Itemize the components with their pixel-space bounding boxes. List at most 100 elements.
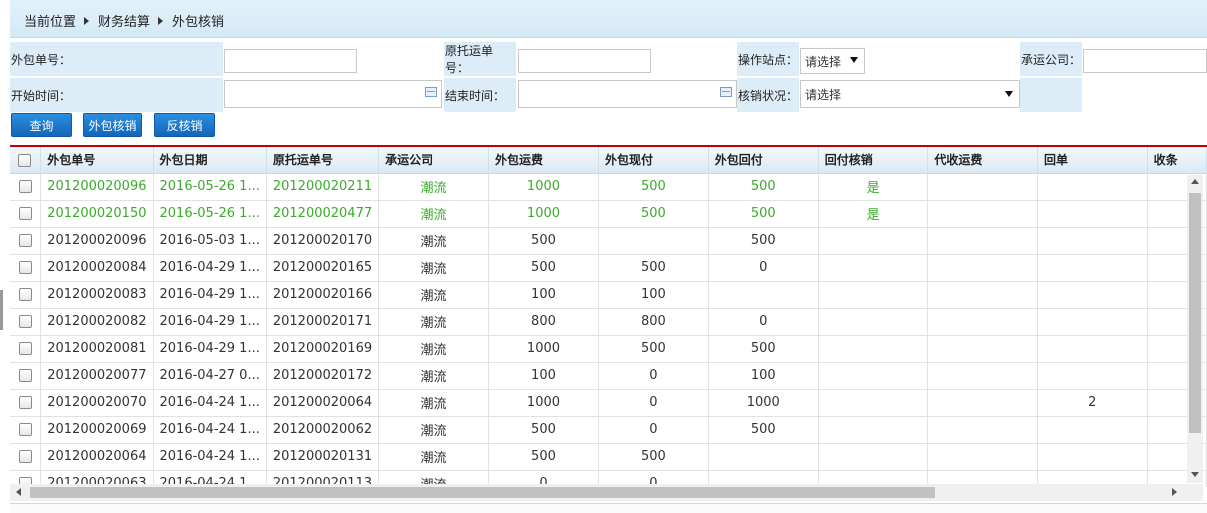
- receipt-cell: [1037, 416, 1148, 444]
- col-header[interactable]: 回付核销: [818, 147, 929, 174]
- start-time-input[interactable]: [224, 80, 442, 108]
- col-header[interactable]: 收条: [1147, 147, 1207, 174]
- carrier-cell: 潮流: [378, 281, 489, 309]
- station-select[interactable]: 请选择: [800, 48, 865, 74]
- orig-waybill-input[interactable]: [518, 49, 651, 73]
- back-cell: 500: [708, 335, 819, 363]
- outsource-date-cell: 2016-05-26 1...: [153, 200, 267, 228]
- select-all-checkbox[interactable]: [18, 153, 32, 167]
- table-row[interactable]: 201200020096 2016-05-03 1... 201200020170 潮…: [10, 227, 1207, 255]
- outsource-no-cell: 201200020081: [40, 335, 154, 363]
- query-button[interactable]: 查询: [11, 113, 72, 137]
- row2-filler: [1020, 78, 1082, 112]
- row-checkbox[interactable]: [18, 396, 32, 409]
- col-header[interactable]: 外包日期: [153, 147, 267, 174]
- carrier-cell: 潮流: [378, 335, 489, 363]
- table-row[interactable]: 201200020082 2016-04-29 1... 201200020171 潮…: [10, 308, 1207, 336]
- end-time-input[interactable]: [518, 80, 737, 108]
- row-checkbox[interactable]: [18, 450, 32, 463]
- vertical-scrollbar[interactable]: [1187, 175, 1203, 483]
- table-row[interactable]: 201200020083 2016-04-29 1... 201200020166 潮…: [10, 281, 1207, 309]
- back-cell: 0: [708, 254, 819, 282]
- scroll-up-icon[interactable]: [1191, 179, 1199, 184]
- verified-cell: 是: [818, 200, 929, 228]
- row-select-cell: [10, 173, 42, 201]
- scroll-right-icon[interactable]: [1172, 488, 1177, 496]
- carrier-input[interactable]: [1083, 49, 1207, 73]
- waybill-cell: 201200020166: [266, 281, 380, 309]
- breadcrumb-item-finance[interactable]: 财务结算: [98, 11, 150, 30]
- horizontal-scroll-thumb[interactable]: [30, 487, 935, 498]
- col-header[interactable]: 代收运费: [927, 147, 1038, 174]
- table-row[interactable]: 201200020096 2016-05-26 1... 201200020211 潮…: [10, 173, 1207, 201]
- row-checkbox[interactable]: [18, 315, 32, 328]
- table-row[interactable]: 201200020069 2016-04-24 1... 201200020062 潮…: [10, 416, 1207, 444]
- left-edge: [0, 0, 10, 512]
- splitter-handle[interactable]: [0, 290, 3, 330]
- table-row[interactable]: 201200020084 2016-04-29 1... 201200020165 潮…: [10, 254, 1207, 282]
- col-header[interactable]: 原托运单号: [266, 147, 380, 174]
- col-header[interactable]: 外包现付: [598, 147, 709, 174]
- table-row[interactable]: 201200020081 2016-04-29 1... 201200020169 潮…: [10, 335, 1207, 363]
- row-checkbox[interactable]: [18, 288, 32, 301]
- col-header[interactable]: 承运公司: [378, 147, 489, 174]
- scroll-left-icon[interactable]: [16, 488, 21, 496]
- row-checkbox[interactable]: [18, 234, 32, 247]
- scroll-down-icon[interactable]: [1191, 472, 1199, 477]
- verified-cell: [818, 254, 929, 282]
- calendar-icon[interactable]: [425, 87, 437, 97]
- row-select-cell: [10, 254, 42, 282]
- row-checkbox[interactable]: [18, 180, 32, 193]
- row-select-cell: [10, 416, 42, 444]
- row-checkbox[interactable]: [18, 342, 32, 355]
- breadcrumb-item-outsource-verify[interactable]: 外包核销: [172, 11, 224, 30]
- row-checkbox[interactable]: [18, 423, 32, 436]
- station-label: 操作站点：: [737, 42, 799, 76]
- col-header[interactable]: 外包运费: [488, 147, 599, 174]
- receipt-cell: [1037, 362, 1148, 390]
- back-cell: 100: [708, 362, 819, 390]
- cash-cell: [598, 227, 709, 255]
- cash-cell: 500: [598, 335, 709, 363]
- start-time-label: 开始时间：: [10, 78, 223, 112]
- waybill-cell: 201200020172: [266, 362, 380, 390]
- row-checkbox[interactable]: [18, 369, 32, 382]
- col-header[interactable]: 回单: [1037, 147, 1148, 174]
- col-header[interactable]: 外包回付: [708, 147, 819, 174]
- receipt-cell: 2: [1037, 389, 1148, 417]
- verify-status-select[interactable]: 请选择: [800, 80, 1020, 108]
- outsource-no-cell: 201200020096: [40, 173, 154, 201]
- table-row[interactable]: 201200020077 2016-04-27 0... 201200020172 潮…: [10, 362, 1207, 390]
- cod-cell: [927, 173, 1038, 201]
- receipt-cell: [1037, 335, 1148, 363]
- row-select-cell: [10, 335, 42, 363]
- chevron-down-icon: [850, 57, 858, 63]
- outsource-date-cell: 2016-04-29 1...: [153, 335, 267, 363]
- back-cell: 500: [708, 173, 819, 201]
- reverse-verify-button[interactable]: 反核销: [154, 113, 215, 137]
- chevron-down-icon: [1005, 91, 1013, 97]
- outsource-no-input[interactable]: [224, 49, 357, 73]
- row-checkbox[interactable]: [18, 207, 32, 220]
- table-row[interactable]: 201200020064 2016-04-24 1... 201200020131 潮…: [10, 443, 1207, 471]
- cash-cell: 0: [598, 389, 709, 417]
- table-row[interactable]: 201200020070 2016-04-24 1... 201200020064 潮…: [10, 389, 1207, 417]
- outsource-date-cell: 2016-04-27 0...: [153, 362, 267, 390]
- outsource-verify-button[interactable]: 外包核销: [83, 113, 142, 137]
- row-select-cell: [10, 308, 42, 336]
- receipt-cell: [1037, 281, 1148, 309]
- back-cell: [708, 443, 819, 471]
- calendar-icon[interactable]: [720, 87, 732, 97]
- breadcrumb: 当前位置 财务结算 外包核销: [10, 0, 1207, 38]
- cash-cell: 500: [598, 443, 709, 471]
- col-header[interactable]: 外包单号: [40, 147, 154, 174]
- row-checkbox[interactable]: [18, 261, 32, 274]
- receipt-cell: [1037, 308, 1148, 336]
- horizontal-scrollbar[interactable]: [10, 484, 1187, 501]
- receipt-cell: [1037, 254, 1148, 282]
- carrier-cell: 潮流: [378, 308, 489, 336]
- vertical-scroll-thumb[interactable]: [1189, 193, 1201, 433]
- table-row[interactable]: 201200020150 2016-05-26 1... 201200020477 潮…: [10, 200, 1207, 228]
- receipt-cell: [1037, 173, 1148, 201]
- cash-cell: 0: [598, 416, 709, 444]
